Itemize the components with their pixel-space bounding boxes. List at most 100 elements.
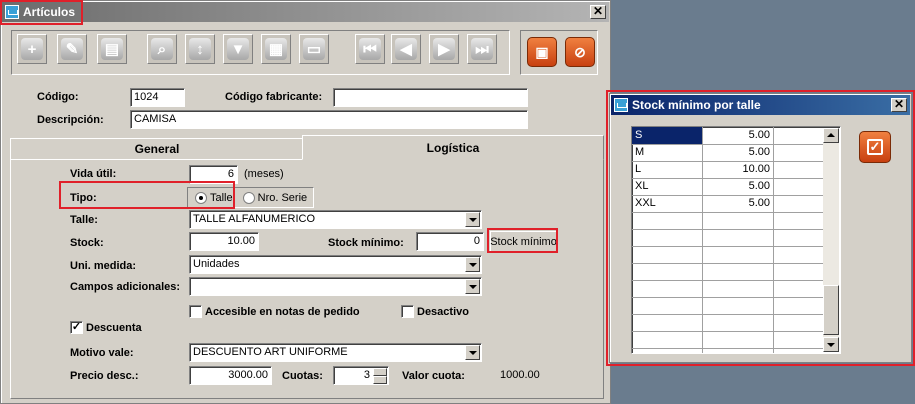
next-record-button[interactable]: ▶ [429,34,459,64]
cancel-button[interactable]: ⊘ [565,37,595,67]
chevron-down-icon[interactable] [465,257,480,272]
delete-doc-icon: ▤ [101,38,123,60]
campos-adicionales-select[interactable] [189,277,482,296]
pencil-icon: ✎ [61,38,83,60]
grid-row-divider [632,246,823,247]
grid-row-divider [632,280,823,281]
grid-scrollbar[interactable] [823,128,839,352]
uni-medida-select[interactable]: Unidades [189,255,482,274]
radio-unselected-icon [242,191,255,204]
save-button[interactable]: ▣ [527,37,557,67]
close-icon[interactable]: ✕ [590,5,606,19]
uni-medida-label: Uni. medida: [70,260,137,272]
report-button[interactable]: ▦ [261,34,291,64]
precio-desc-label: Precio desc.: [70,370,139,382]
grid-cell-value[interactable]: 5.00 [702,178,773,195]
codigo-fabricante-field[interactable] [333,88,528,107]
codigo-field[interactable]: 1024 [130,88,185,107]
talle-select-value: TALLE ALFANUMERICO [193,213,316,225]
vida-util-unit: (meses) [244,168,284,180]
delete-button[interactable]: ▤ [97,34,127,64]
descripcion-label: Descripción: [37,114,104,126]
tipo-label: Tipo: [70,192,97,204]
stock-minimo-field[interactable]: 0 [416,232,484,251]
scroll-down-icon[interactable] [823,337,839,352]
first-record-button[interactable]: ⏮ [355,34,385,64]
grid-cell-talle[interactable]: XL [632,178,702,195]
grid-row-divider [632,348,823,349]
print-button[interactable]: ▭ [299,34,329,64]
cuotas-value: 3 [363,369,370,381]
chevron-down-icon[interactable] [465,279,480,294]
tab-logistica[interactable]: Logística [302,135,604,160]
chevron-down-icon[interactable] [465,212,480,227]
grid-cell-value[interactable]: 5.00 [702,144,773,161]
grid-cell-talle[interactable]: S [632,127,702,144]
grid-row-divider [632,212,823,213]
cuotas-stepper[interactable]: 3 [333,366,389,385]
cancel-icon: ⊘ [574,43,586,60]
search-button[interactable]: ⌕ [147,34,177,64]
desactivo-label: Desactivo [417,306,469,318]
codigo-fabricante-label: Código fabricante: [225,91,323,103]
grid-cell-value[interactable]: 5.00 [702,127,773,144]
grid-cell-talle[interactable]: L [632,161,702,178]
descuenta-checkbox[interactable]: ✓ [70,321,83,334]
vida-util-label: Vida útil: [70,168,117,180]
chevron-down-icon[interactable] [465,345,480,360]
grid-cell-talle[interactable]: XXL [632,195,702,212]
articulos-titlebar[interactable]: Artículos ✕ [2,2,609,22]
grid-row-divider [632,229,823,230]
motivo-vale-select[interactable]: DESCUENTO ART UNIFORME [189,343,482,362]
articulos-window-icon [5,5,19,19]
descripcion-field[interactable]: CAMISA [130,110,528,129]
close-icon[interactable]: ✕ [891,98,907,112]
grid-row-divider [632,331,823,332]
articulos-window: Artículos ✕ + ✎ ▤ ⌕ ↕ ▼ ▦ ▭ ⏮ ◀ ▶ ⏭ ▣ ⊘ … [0,0,611,404]
stepper-down-icon[interactable] [373,376,387,384]
valor-cuota-value: 1000.00 [500,369,540,381]
print-icon: ▭ [303,38,325,60]
stock-minimo-button[interactable]: Stock mínimo [490,231,557,252]
cuotas-label: Cuotas: [282,370,323,382]
radio-selected-icon [195,191,207,204]
prev-record-button[interactable]: ◀ [391,34,421,64]
first-icon: ⏮ [359,38,381,60]
confirm-button[interactable]: ✓ [859,131,891,163]
report-icon: ▦ [265,38,287,60]
stock-minimo-window: Stock mínimo por talle ✕ S 5.00 M 5.00 L 10.0… [609,93,912,363]
scroll-up-icon[interactable] [823,128,839,143]
plus-icon: + [21,38,43,60]
stepper-up-icon[interactable] [373,368,387,376]
stock-minimo-titlebar[interactable]: Stock mínimo por talle ✕ [611,95,910,115]
grid-cell-value[interactable]: 5.00 [702,195,773,212]
descuenta-label: Descuenta [86,322,142,334]
grid-cell-talle[interactable]: M [632,144,702,161]
add-button[interactable]: + [17,34,47,64]
accesible-checkbox[interactable] [189,305,202,318]
talle-select[interactable]: TALLE ALFANUMERICO [189,210,482,229]
motivo-vale-select-value: DESCUENTO ART UNIFORME [193,346,348,358]
precio-desc-field[interactable]: 3000.00 [189,366,272,385]
edit-button[interactable]: ✎ [57,34,87,64]
vida-util-field[interactable]: 6 [189,165,238,184]
stock-field[interactable]: 10.00 [189,232,259,251]
stock-minimo-window-title: Stock mínimo por talle [632,98,761,112]
grid-col-divider [773,127,774,353]
grid-cell-value[interactable]: 10.00 [702,161,773,178]
tipo-talle-radio[interactable]: Talle [195,191,233,204]
sort-button[interactable]: ↕ [185,34,215,64]
stock-grid[interactable]: S 5.00 M 5.00 L 10.00 XL 5.00 XXL 5.00 [631,126,841,354]
last-record-button[interactable]: ⏭ [467,34,497,64]
scroll-thumb[interactable] [823,285,839,335]
prev-icon: ◀ [395,38,417,60]
tab-general[interactable]: General [10,138,304,160]
articulos-window-title: Artículos [23,5,76,19]
talle-label: Talle: [70,214,98,226]
filter-icon: ▼ [227,38,249,60]
tipo-nro-serie-radio[interactable]: Nro. Serie [242,191,307,204]
stock-window-icon [614,98,628,112]
filter-button[interactable]: ▼ [223,34,253,64]
desactivo-checkbox[interactable] [401,305,414,318]
accesible-label: Accesible en notas de pedido [205,306,360,318]
